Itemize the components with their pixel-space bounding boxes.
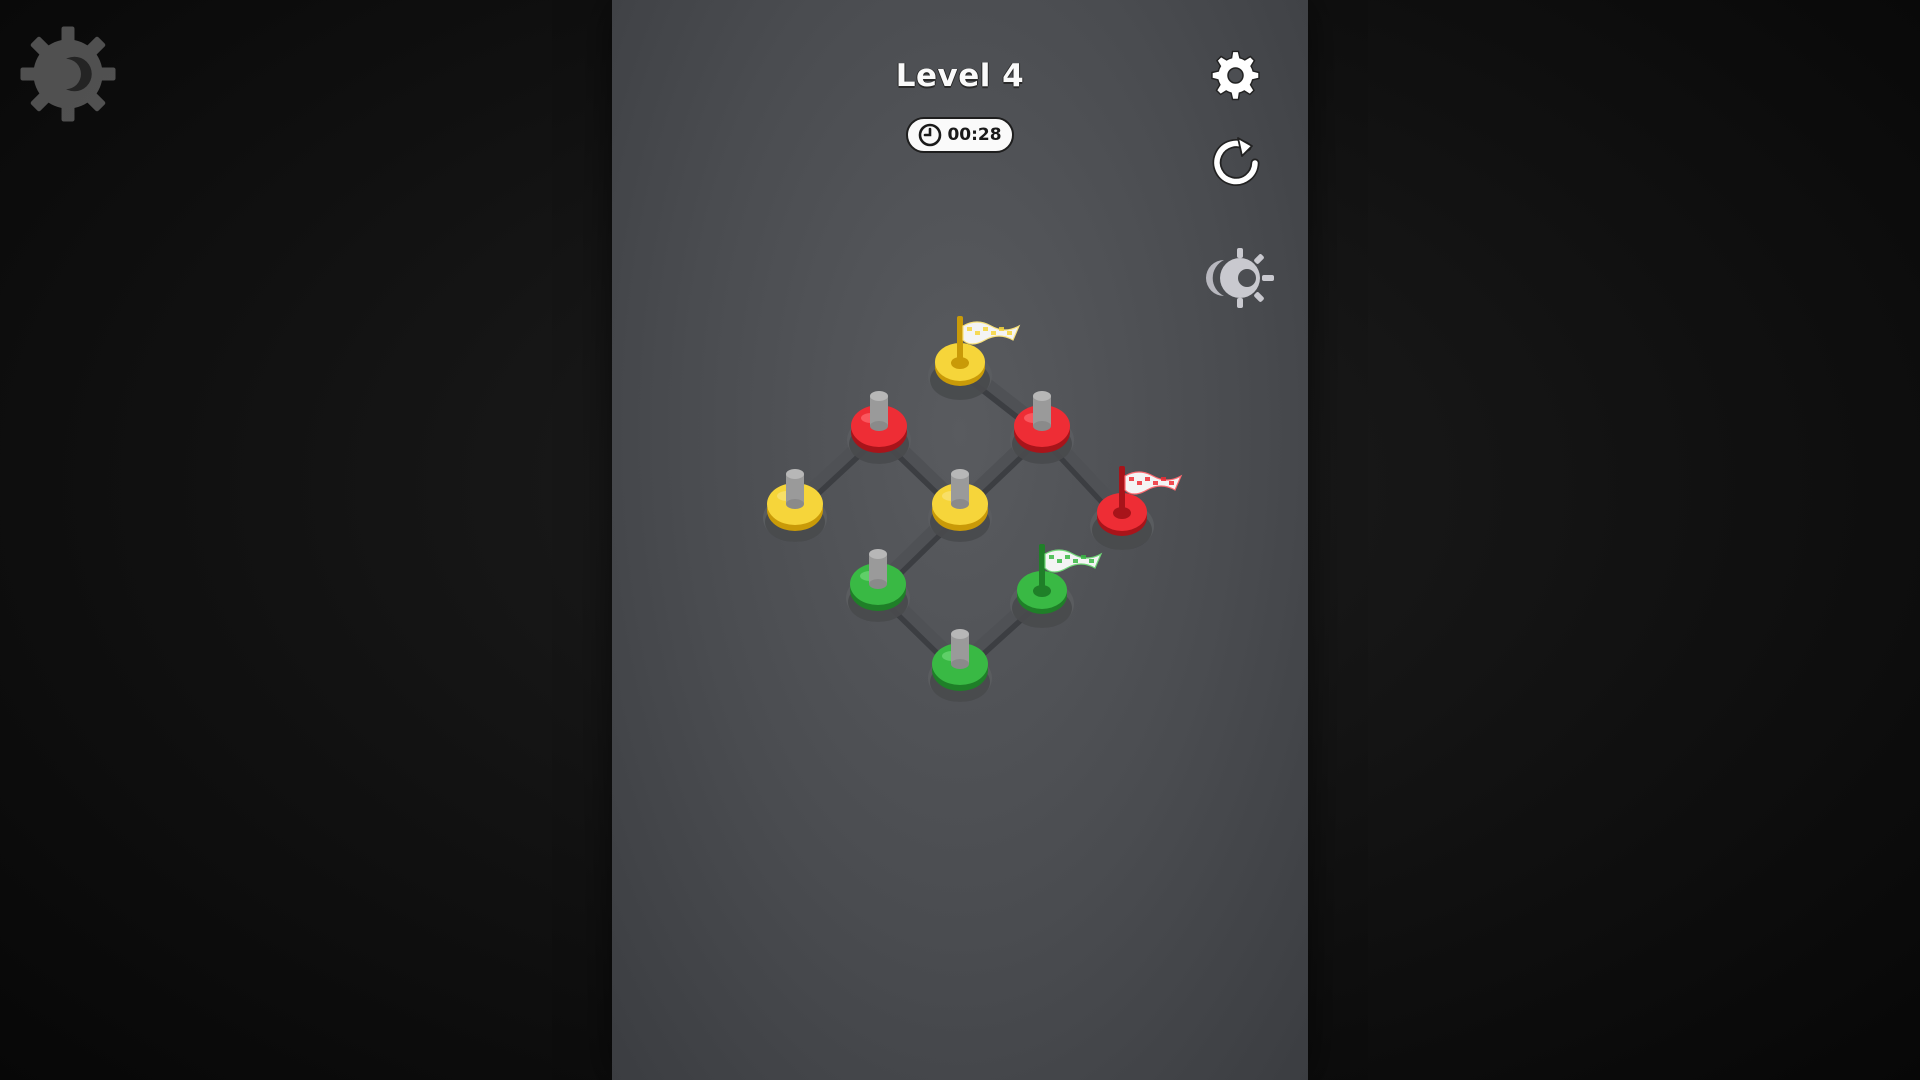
puzzle-board	[763, 316, 1183, 702]
peg	[869, 549, 887, 589]
game-viewport: Level 4 00:28	[612, 0, 1308, 1080]
node-upper-left[interactable]	[847, 391, 911, 464]
node-top[interactable]	[928, 316, 1021, 400]
peg	[1033, 391, 1051, 431]
node-lower-right[interactable]	[1010, 544, 1103, 628]
peg	[951, 469, 969, 509]
peg	[951, 629, 969, 669]
peg	[870, 391, 888, 431]
peg	[786, 469, 804, 509]
node-right[interactable]	[1090, 466, 1183, 550]
game-screen: Level 4 00:28	[0, 0, 1920, 1080]
background-gear-icon	[20, 26, 116, 122]
